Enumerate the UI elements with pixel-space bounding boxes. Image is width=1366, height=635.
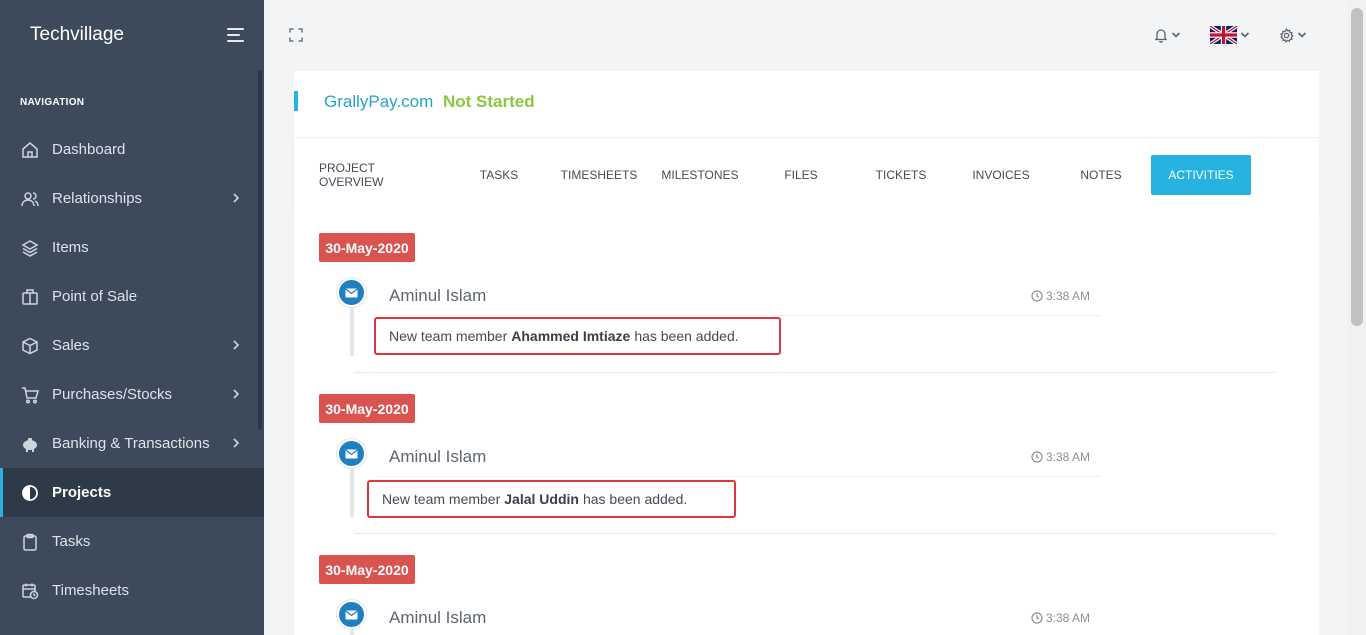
message-suffix: has been added. [582, 491, 688, 507]
activity-time-text: 3:38 AM [1046, 611, 1091, 625]
settings-button[interactable] [1279, 24, 1307, 46]
tab-tickets[interactable]: TICKETS [851, 155, 951, 195]
activity-message: New team member Jalal Uddin has been add… [367, 480, 736, 518]
sidebar-item-label: Purchases/Stocks [52, 386, 173, 403]
project-name: GrallyPay.com [324, 92, 434, 111]
clock-icon [1031, 451, 1043, 463]
activity-author: Aminul Islam [389, 286, 487, 305]
date-badge: 30-May-2020 [319, 555, 415, 584]
activity-timeline: 30-May-2020 Aminul Islam 3:38 AM New tea… [294, 211, 1319, 635]
activity-author: Aminul Islam [389, 608, 487, 627]
project-card: GrallyPay.com Not Started PROJECT OVERVI… [294, 71, 1319, 635]
sidebar-item-relationships[interactable]: Relationships [0, 174, 264, 223]
home-icon [22, 142, 38, 158]
page-scrollbar[interactable] [1348, 0, 1366, 635]
chevron-right-icon [233, 438, 240, 448]
activity-author: Aminul Islam [389, 447, 487, 466]
sidebar-item-label: Dashboard [52, 141, 126, 158]
sidebar-item-projects[interactable]: Projects [0, 468, 264, 517]
chevron-down-icon [1240, 32, 1250, 38]
tab-timesheets[interactable]: TIMESHEETS [549, 155, 649, 195]
member-name: Jalal Uddin [504, 491, 579, 507]
users-icon [21, 192, 39, 207]
activity-time-text: 3:38 AM [1046, 289, 1091, 303]
timeline-mail-icon [337, 439, 366, 468]
activity-message: New team member Ahammed Imtiaze has been… [374, 317, 781, 355]
sidebar-item-label: Point of Sale [52, 288, 138, 305]
chevron-down-icon [1171, 32, 1181, 38]
sidebar-item-label: Banking & Transactions [52, 435, 210, 452]
uk-flag-icon [1210, 26, 1237, 44]
sidebar-item-banking-transactions[interactable]: Banking & Transactions [0, 419, 264, 468]
project-status: Not Started [443, 92, 535, 111]
activity-time: 3:38 AM [1031, 450, 1090, 464]
sidebar-item-items[interactable]: Items [0, 223, 264, 272]
project-tabs: PROJECT OVERVIEW TASKS TIMESHEETS MILEST… [294, 139, 1319, 211]
tab-notes[interactable]: NOTES [1051, 155, 1151, 195]
sidebar-item-dashboard[interactable]: Dashboard [0, 125, 264, 174]
project-header: GrallyPay.com Not Started [294, 71, 1319, 138]
message-prefix: New team member [382, 491, 501, 507]
nav-list: Dashboard Relationships Items Point of S… [0, 125, 264, 615]
calendar-clock-icon [22, 583, 39, 600]
message-prefix: New team member [389, 328, 508, 344]
fullscreen-icon[interactable] [289, 28, 303, 42]
clock-icon [1031, 290, 1043, 302]
chevron-right-icon [233, 340, 240, 350]
bell-icon [1154, 28, 1168, 43]
timeline-mail-icon [337, 278, 366, 307]
chevron-right-icon [233, 193, 240, 203]
entry-divider [354, 533, 1275, 534]
tab-tasks[interactable]: TASKS [449, 155, 549, 195]
sidebar-item-label: Timesheets [52, 582, 129, 599]
message-suffix: has been added. [634, 328, 739, 344]
sidebar-item-label: Relationships [52, 190, 143, 207]
entry-separator [374, 315, 1101, 316]
piggy-bank-icon [23, 438, 37, 452]
tab-activities[interactable]: ACTIVITIES [1151, 155, 1251, 195]
tab-files[interactable]: FILES [751, 155, 851, 195]
activity-time-text: 3:38 AM [1046, 450, 1091, 464]
sidebar-item-point-of-sale[interactable]: Point of Sale [0, 272, 264, 321]
half-circle-icon [22, 485, 38, 501]
sidebar-scrollbar[interactable] [258, 70, 262, 430]
briefcase-icon [22, 289, 38, 305]
sidebar: Techvillage NAVIGATION Dashboard Relatio… [0, 0, 264, 635]
chevron-right-icon [233, 389, 240, 399]
notifications-button[interactable] [1154, 24, 1181, 46]
sidebar-item-purchases-stocks[interactable]: Purchases/Stocks [0, 370, 264, 419]
sidebar-item-timesheets[interactable]: Timesheets [0, 566, 264, 615]
activity-time: 3:38 AM [1031, 611, 1090, 625]
menu-toggle-icon[interactable] [227, 28, 244, 42]
tab-milestones[interactable]: MILESTONES [649, 155, 751, 195]
entry-divider [354, 372, 1275, 373]
tab-invoices[interactable]: INVOICES [951, 155, 1051, 195]
page-scrollbar-thumb[interactable] [1351, 8, 1363, 326]
box-icon [22, 337, 38, 355]
sidebar-item-sales[interactable]: Sales [0, 321, 264, 370]
timeline-mail-icon [337, 600, 366, 629]
gear-icon [1279, 27, 1294, 43]
entry-separator [374, 476, 1101, 477]
sidebar-item-tasks[interactable]: Tasks [0, 517, 264, 566]
language-button[interactable] [1210, 24, 1250, 46]
brand-name[interactable]: Techvillage [30, 24, 124, 46]
layers-icon [21, 240, 39, 257]
sidebar-item-label: Sales [52, 337, 90, 354]
clipboard-icon [23, 533, 37, 551]
chevron-down-icon [1297, 32, 1307, 38]
cart-icon [22, 387, 39, 404]
nav-heading: NAVIGATION [20, 97, 85, 108]
sidebar-item-label: Projects [52, 484, 112, 501]
clock-icon [1031, 612, 1043, 624]
tab-project-overview[interactable]: PROJECT OVERVIEW [319, 155, 439, 195]
header-accent-bar [294, 91, 298, 111]
date-badge: 30-May-2020 [319, 394, 415, 423]
activity-time: 3:38 AM [1031, 289, 1090, 303]
sidebar-item-label: Tasks [52, 533, 91, 550]
sidebar-item-label: Items [52, 239, 89, 256]
date-badge: 30-May-2020 [319, 233, 415, 262]
member-name: Ahammed Imtiaze [511, 328, 631, 344]
